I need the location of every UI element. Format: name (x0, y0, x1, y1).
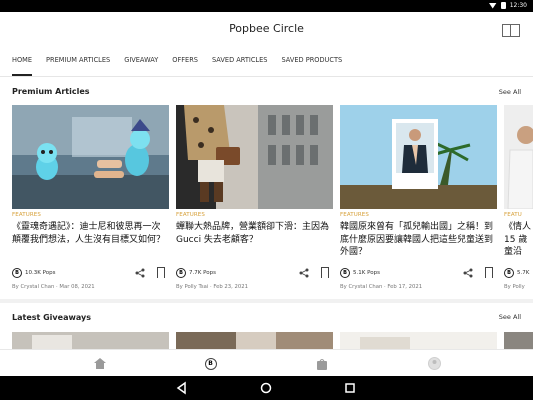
app-bar: Popbee Circle (0, 12, 533, 50)
article-image-gucci[interactable] (176, 105, 333, 209)
article-title[interactable]: 《情人15 歲童沿 (504, 221, 533, 259)
pops-count: 10.3K Pops (25, 270, 56, 276)
article-card[interactable]: FEATURES 韓國原來曾有「孤兒輸出國」之稱！到底什麼原因要讓韓國人把這些兒… (340, 105, 497, 290)
article-byline: By Crystal Chan · Mar 08, 2021 (12, 284, 95, 290)
article-byline: By Crystal Chan · Feb 17, 2021 (340, 284, 423, 290)
tab-bar: HOME PREMIUM ARTICLES GIVEAWAY OFFERS SA… (0, 50, 533, 76)
article-byline: By Polly (504, 284, 525, 290)
article-image-soul[interactable] (12, 105, 169, 209)
battery-icon (500, 2, 506, 9)
premium-see-all-link[interactable]: See All (499, 88, 521, 96)
article-title[interactable]: 韓國原來曾有「孤兒輸出國」之稱！到底什麼原因要讓韓國人把這些兒童送到外國？ (340, 221, 497, 259)
status-time: 12:30 (509, 2, 527, 9)
pops-icon: B (340, 268, 350, 278)
shopping-bag-icon (316, 358, 327, 370)
tab-saved-products[interactable]: SAVED PRODUCTS (281, 50, 342, 76)
status-bar: 12:30 (0, 0, 533, 12)
article-category: FEATURES (340, 212, 369, 218)
section-divider (0, 299, 533, 303)
giveaways-see-all-link[interactable]: See All (499, 313, 521, 321)
pops-count: 7.7K Pops (189, 270, 216, 276)
article-title[interactable]: 《靈魂奇遇記》：迪士尼和彼思再一次顛覆我們想法，人生沒有目標又如何？ (12, 221, 169, 259)
article-category: FEATU (504, 212, 522, 218)
tab-home[interactable]: HOME (12, 50, 33, 76)
pops-count: 5.7K (517, 270, 530, 276)
tab-saved-articles[interactable]: SAVED ARTICLES (212, 50, 267, 76)
giveaway-image[interactable] (504, 332, 533, 349)
back-icon[interactable] (175, 381, 189, 395)
pops-icon: B (504, 268, 514, 278)
bookmark-icon[interactable] (321, 267, 329, 280)
app-title: Popbee Circle (229, 22, 304, 35)
tab-giveaway[interactable]: GIVEAWAY (124, 50, 158, 76)
bookmark-icon[interactable] (485, 267, 493, 280)
bottom-navigation: B (0, 349, 533, 376)
article-card[interactable]: FEATU 《情人15 歲童沿 B 5.7K By Polly (504, 105, 533, 290)
tab-offers[interactable]: OFFERS (172, 50, 198, 76)
article-category: FEATURES (176, 212, 205, 218)
article-card[interactable]: FEATURES 《靈魂奇遇記》：迪士尼和彼思再一次顛覆我們想法，人生沒有目標又… (12, 105, 169, 290)
wifi-icon (488, 2, 497, 9)
pops-count: 5.1K Pops (353, 270, 380, 276)
recents-icon[interactable] (343, 381, 357, 395)
article-title[interactable]: 蟬聯大熱品牌，營業額卻下滑：主因為 Gucci 失去老顧客？ (176, 221, 333, 259)
system-nav-bar (0, 376, 533, 400)
article-image-korea[interactable] (340, 105, 497, 209)
home-circle-icon[interactable] (259, 381, 273, 395)
pops-logo-icon: B (204, 357, 217, 370)
article-image-partial[interactable] (504, 105, 533, 209)
article-category: FEATURES (12, 212, 41, 218)
slides-icon[interactable] (502, 24, 520, 37)
article-byline: By Polly Tsai · Feb 23, 2021 (176, 284, 248, 290)
giveaway-image[interactable] (176, 332, 333, 349)
share-icon[interactable] (135, 268, 145, 278)
premium-articles-title: Premium Articles (12, 87, 90, 96)
bookmark-icon[interactable] (157, 267, 165, 280)
nav-profile[interactable] (368, 350, 501, 377)
tabs-divider (0, 76, 533, 77)
profile-icon (428, 357, 441, 370)
tab-premium-articles[interactable]: PREMIUM ARTICLES (46, 50, 110, 76)
giveaways-title: Latest Giveaways (12, 313, 91, 322)
giveaway-image[interactable] (12, 332, 169, 349)
giveaway-image[interactable] (340, 332, 497, 349)
home-icon (93, 358, 106, 369)
share-icon[interactable] (463, 268, 473, 278)
share-icon[interactable] (299, 268, 309, 278)
pops-icon: B (12, 268, 22, 278)
article-card[interactable]: FEATURES 蟬聯大熱品牌，營業額卻下滑：主因為 Gucci 失去老顧客？ … (176, 105, 333, 290)
pops-icon: B (176, 268, 186, 278)
